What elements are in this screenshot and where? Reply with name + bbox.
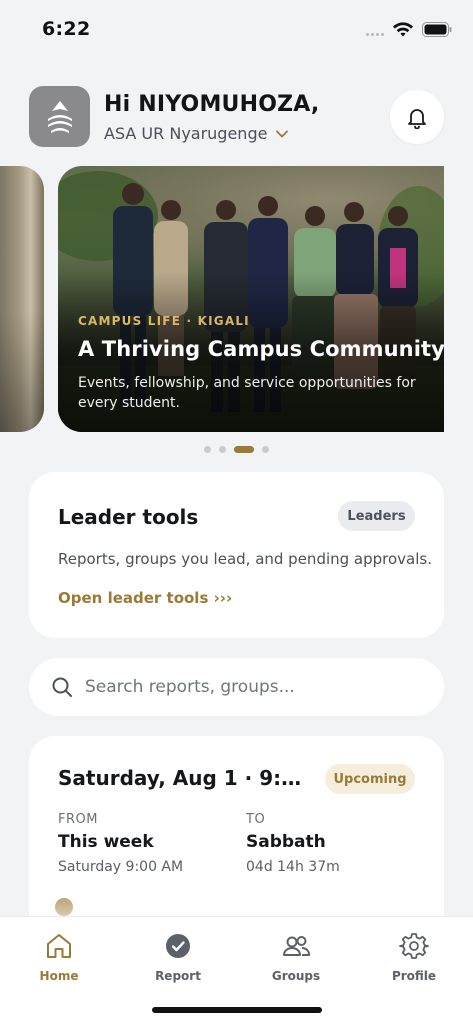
church-logo-icon (47, 100, 72, 133)
status-bar: 6:22 (0, 0, 473, 60)
tab-report[interactable]: Report (133, 931, 223, 983)
open-leader-tools-link[interactable]: Open leader tools ››› (58, 589, 232, 607)
home-indicator (152, 1007, 322, 1013)
countdown: 04d 14h 37m (246, 859, 340, 875)
pagination-dot[interactable] (262, 445, 269, 453)
tab-groups[interactable]: Groups (251, 931, 341, 983)
tab-profile[interactable]: Profile (369, 931, 459, 983)
users-icon (283, 936, 310, 956)
leader-tools-card: Leader tools Leaders Reports, groups you… (29, 472, 444, 638)
slide-title: A Thriving Campus Community (78, 337, 444, 361)
check-circle-icon (166, 934, 190, 958)
search-icon (52, 677, 72, 697)
leader-tools-title: Leader tools (58, 505, 199, 529)
from-time: Saturday 9:00 AM (58, 859, 184, 875)
greeting-title: Hi NIYOMUHOZA, (104, 92, 320, 117)
organization-selector[interactable]: ASA UR Nyarugenge (104, 124, 289, 143)
event-from: FROM This week Saturday 9:00 AM (58, 812, 183, 875)
leader-tools-description: Reports, groups you lead, and pending ap… (58, 550, 432, 568)
notifications-button[interactable] (390, 90, 444, 144)
event-to: TO Sabbath 04d 14h 37m (246, 812, 340, 875)
avatar[interactable] (29, 86, 90, 147)
bell-icon (408, 109, 426, 129)
tab-home[interactable]: Home (14, 931, 104, 983)
tab-report-label: Report (155, 969, 201, 983)
to-value: Sabbath (246, 832, 326, 852)
gear-icon (399, 933, 429, 959)
battery-icon (422, 22, 452, 37)
pagination-dot[interactable] (204, 445, 211, 453)
search-input[interactable] (85, 677, 405, 697)
pagination-dot-active[interactable] (234, 445, 254, 453)
leaders-badge: Leaders (338, 501, 415, 531)
from-value: This week (58, 832, 154, 852)
slide-kicker: CAMPUS LIFE · KIGALI (78, 314, 250, 328)
organization-name: ASA UR Nyarugenge (104, 124, 268, 143)
slide-description: Events, fellowship, and service opportun… (78, 375, 416, 411)
signal-dots-icon (366, 33, 386, 37)
to-label: TO (246, 812, 266, 827)
status-time: 6:22 (42, 18, 91, 40)
carousel-pagination[interactable] (204, 445, 277, 453)
pagination-dot[interactable] (219, 445, 226, 453)
chevron-down-icon (276, 130, 289, 137)
from-label: FROM (58, 812, 98, 827)
tab-groups-label: Groups (271, 969, 321, 983)
carousel-slide-previous[interactable] (0, 166, 44, 432)
home-icon (47, 934, 71, 958)
status-badge: Upcoming (325, 764, 415, 794)
event-title: Saturday, Aug 1 · 9:00 A... (58, 766, 314, 790)
search-bar[interactable] (29, 658, 444, 716)
tab-profile-label: Profile (391, 969, 437, 983)
tab-home-label: Home (39, 969, 79, 983)
carousel-slide-active[interactable]: CAMPUS LIFE · KIGALI A Thriving Campus C… (58, 166, 444, 432)
wifi-icon (393, 22, 413, 37)
